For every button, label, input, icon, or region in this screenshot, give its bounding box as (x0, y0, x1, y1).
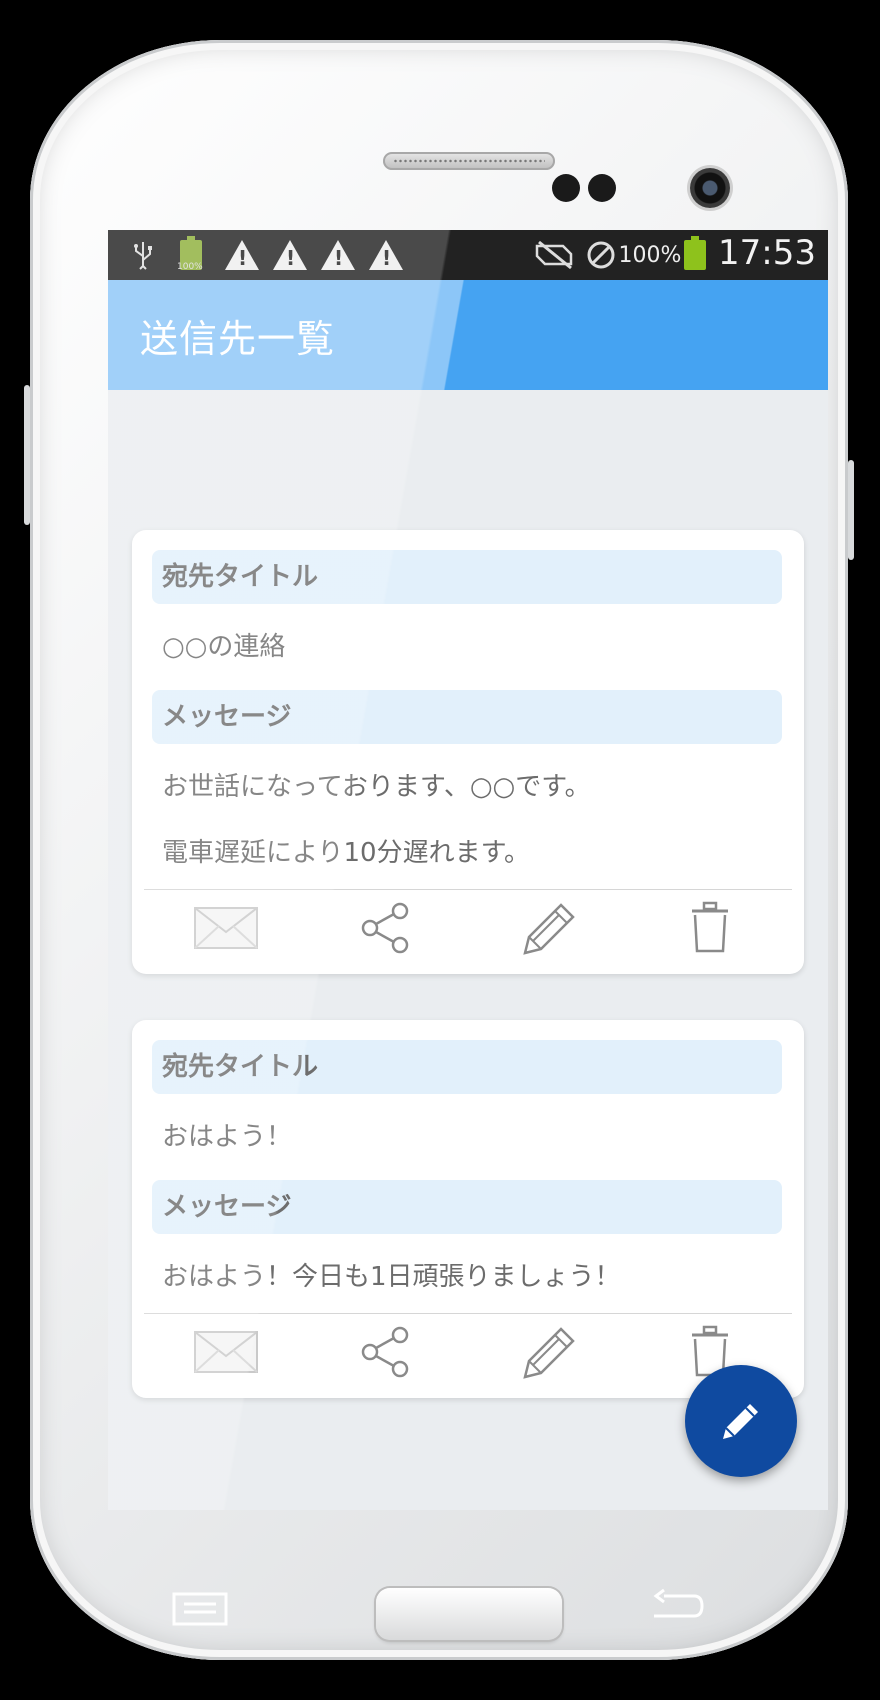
message-line: お世話になっております、○○です。 (162, 772, 591, 802)
usb-icon (130, 240, 156, 270)
battery-percent: 100% (618, 240, 682, 270)
mail-icon (194, 1331, 258, 1373)
edit-icon (523, 1327, 575, 1379)
light-sensor (588, 174, 616, 202)
warning-icon (368, 240, 404, 270)
edit-button[interactable] (512, 1324, 584, 1380)
front-camera (690, 168, 730, 208)
warning-icon (272, 240, 308, 270)
share-icon (361, 902, 409, 954)
power-button (848, 460, 854, 560)
edit-icon (723, 1404, 758, 1439)
clock-text: 17:53 (718, 233, 816, 273)
battery-charging-icon: 100% (177, 236, 204, 272)
volume-button (24, 385, 30, 525)
compose-fab[interactable] (685, 1365, 797, 1477)
page-title: 送信先一覧 (140, 317, 336, 361)
mail-icon (194, 907, 258, 949)
menu-icon (172, 1592, 228, 1626)
status-bar: 100% 100% 17:53 (108, 230, 828, 280)
recipient-card: 宛先タイトル ○○の連絡 メッセージ お世話になっております、○○です。 電車遅… (132, 530, 804, 974)
edit-button[interactable] (512, 900, 584, 956)
message-label: メッセージ (152, 1180, 782, 1234)
proximity-sensor (552, 174, 580, 202)
share-icon (361, 1326, 409, 1378)
title-label: 宛先タイトル (152, 550, 782, 604)
send-mail-button[interactable] (190, 1324, 262, 1380)
delete-button[interactable] (674, 900, 746, 956)
app-bar: 送信先一覧 (108, 280, 828, 390)
battery-icon (682, 236, 708, 270)
menu-key[interactable] (172, 1592, 228, 1630)
warning-icon (224, 240, 260, 270)
battery-percent-text: 100% (618, 242, 682, 268)
message-line: 電車遅延により10分遅れます。 (162, 838, 530, 868)
card-actions (132, 890, 804, 970)
no-sim-icon (532, 240, 576, 270)
share-button[interactable] (350, 1324, 422, 1380)
share-button[interactable] (350, 900, 422, 956)
title-label: 宛先タイトル (152, 1040, 782, 1094)
recipient-card: 宛先タイトル おはよう！ メッセージ おはよう！今日も1日頑張りましょう！ (132, 1020, 804, 1398)
title-value: ○○の連絡 (162, 632, 286, 662)
warning-icon (320, 240, 356, 270)
message-line: おはよう！今日も1日頑張りましょう！ (162, 1262, 621, 1292)
blocked-icon (584, 240, 618, 270)
app-screen: 100% 100% 17:53 送信先一覧 宛先タイトル (108, 230, 828, 1510)
title-value: おはよう！ (162, 1122, 293, 1152)
phone-frame: 100% 100% 17:53 送信先一覧 宛先タイトル (24, 40, 854, 1660)
trash-icon (692, 901, 728, 953)
home-button[interactable] (376, 1588, 562, 1640)
message-label: メッセージ (152, 690, 782, 744)
back-icon (653, 1588, 704, 1618)
earpiece-speaker (383, 152, 555, 170)
clock: 17:53 (715, 233, 819, 273)
edit-icon (523, 903, 575, 955)
back-key[interactable] (650, 1588, 706, 1632)
send-mail-button[interactable] (190, 900, 262, 956)
